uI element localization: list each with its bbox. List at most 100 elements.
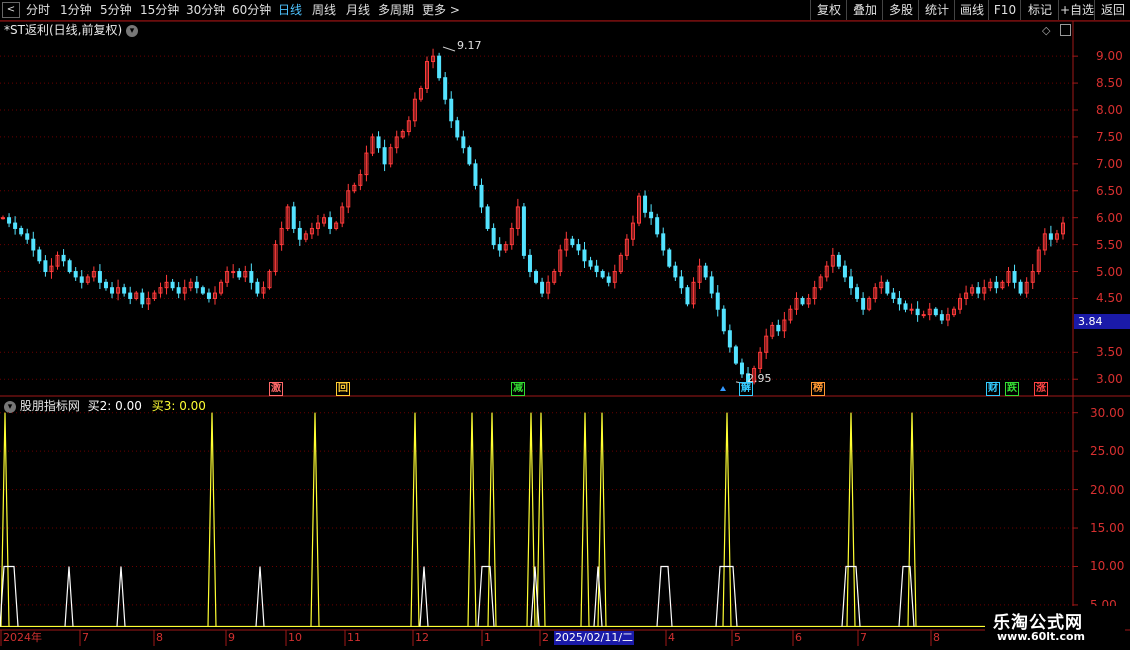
candle-body: [842, 265, 847, 278]
x-axis-label-6: 12: [415, 631, 429, 644]
indicator-tick-label: 30.00: [1090, 405, 1125, 420]
candle-body: [79, 276, 84, 283]
candle-body: [715, 292, 720, 310]
buy2-spike: [116, 566, 126, 627]
candle-body: [521, 206, 526, 256]
candle-body: [915, 308, 920, 316]
indicator-tick-label: 15.00: [1090, 521, 1125, 536]
candle-body: [600, 271, 605, 278]
price-tick-label: 3.50: [1096, 345, 1123, 360]
candle-body: [776, 324, 781, 332]
indicator-tick-label: 10.00: [1090, 559, 1125, 574]
candle-body: [297, 227, 302, 240]
chart-canvas[interactable]: [0, 0, 1130, 650]
candle-body: [443, 77, 448, 100]
signal-marker-4[interactable]: 榜: [811, 382, 825, 396]
price-tick-label: 5.00: [1096, 264, 1123, 279]
price-tick-label: 4.50: [1096, 291, 1123, 306]
x-axis-label-2: 8: [156, 631, 163, 644]
candle-body: [176, 287, 181, 294]
candle-body: [655, 217, 660, 235]
candle-body: [534, 271, 539, 283]
candle-body: [576, 244, 581, 251]
buy2-plateau: [898, 565, 915, 627]
indicator-lines: [0, 412, 1073, 628]
candle-body: [206, 292, 211, 299]
candle-body: [497, 244, 502, 251]
buy2-spike: [255, 566, 265, 627]
price-tick-label: 7.00: [1096, 156, 1123, 171]
candle-body: [903, 303, 908, 310]
buy3-spike: [410, 412, 420, 627]
candle-body: [37, 249, 42, 262]
candle-body: [1012, 271, 1017, 283]
candle-body: [328, 217, 333, 229]
candle-body: [891, 292, 896, 299]
candle-body: [376, 136, 381, 149]
candle-body: [921, 314, 926, 317]
candle-body: [479, 184, 484, 208]
candle-body: [976, 287, 981, 294]
indicator-tick-label: 25.00: [1090, 444, 1125, 459]
grid-lines: [0, 55, 1073, 606]
buy2-plateau: [841, 565, 861, 627]
x-axis-label-11: 6: [795, 631, 802, 644]
candle-body: [461, 136, 466, 149]
axes: [0, 20, 1130, 646]
candle-body: [67, 260, 72, 273]
candle-body: [661, 233, 666, 251]
cursor-date: 2025/02/11/二: [554, 631, 634, 645]
candle-body: [473, 163, 478, 186]
buy3-spike: [722, 412, 732, 627]
candle-body: [933, 308, 938, 316]
buy3-spike: [207, 412, 217, 627]
candle-body: [194, 281, 199, 289]
candle-body: [594, 265, 599, 273]
candle-body: [643, 195, 648, 213]
candle-body: [527, 254, 532, 273]
candle-body: [382, 147, 387, 165]
signal-marker-1[interactable]: 回: [336, 382, 350, 396]
up-arrow-icon: [720, 386, 726, 391]
candle-body: [170, 281, 175, 289]
candle-body: [733, 346, 738, 364]
x-axis-label-3: 9: [228, 631, 235, 644]
x-axis-label-13: 8: [933, 631, 940, 644]
price-tick-label: 8.00: [1096, 103, 1123, 117]
x-axis-label-1: 7: [82, 631, 89, 644]
signal-marker-3[interactable]: 解: [739, 382, 753, 396]
signal-marker-2[interactable]: 减: [511, 382, 525, 396]
candle-body: [122, 287, 127, 294]
candle-body: [703, 265, 708, 278]
candle-body: [103, 281, 108, 289]
candle-body: [1, 217, 5, 220]
indicator-tick-label: 20.00: [1090, 482, 1125, 497]
signal-marker-0[interactable]: 激: [269, 382, 283, 396]
candle-body: [606, 276, 611, 283]
candle-body: [885, 281, 890, 294]
candle-body: [739, 362, 744, 375]
buy3-spike: [597, 412, 607, 627]
candle-body: [727, 330, 732, 348]
x-axis-label-8: 2: [542, 631, 549, 644]
candle-body: [61, 254, 66, 262]
candle-body: [855, 287, 860, 299]
candle-body: [540, 281, 545, 294]
candle-body: [249, 271, 254, 283]
candle-body: [467, 147, 472, 165]
candle-body: [685, 287, 690, 305]
candle-body: [255, 281, 260, 294]
x-axis-label-12: 7: [860, 631, 867, 644]
watermark-url: www.60lt.com: [997, 630, 1086, 643]
buy3-spike: [536, 412, 546, 627]
signal-marker-6[interactable]: 跌: [1005, 382, 1019, 396]
candle-body: [437, 55, 442, 79]
candle-body: [43, 260, 48, 273]
price-tick-label: 5.50: [1096, 237, 1123, 252]
signal-marker-5[interactable]: 财: [986, 382, 1000, 396]
candle-body: [909, 308, 914, 311]
candle-body: [97, 271, 102, 283]
x-axis-label-7: 1: [484, 631, 491, 644]
signal-marker-7[interactable]: 涨: [1034, 382, 1048, 396]
candle-body: [582, 249, 587, 262]
